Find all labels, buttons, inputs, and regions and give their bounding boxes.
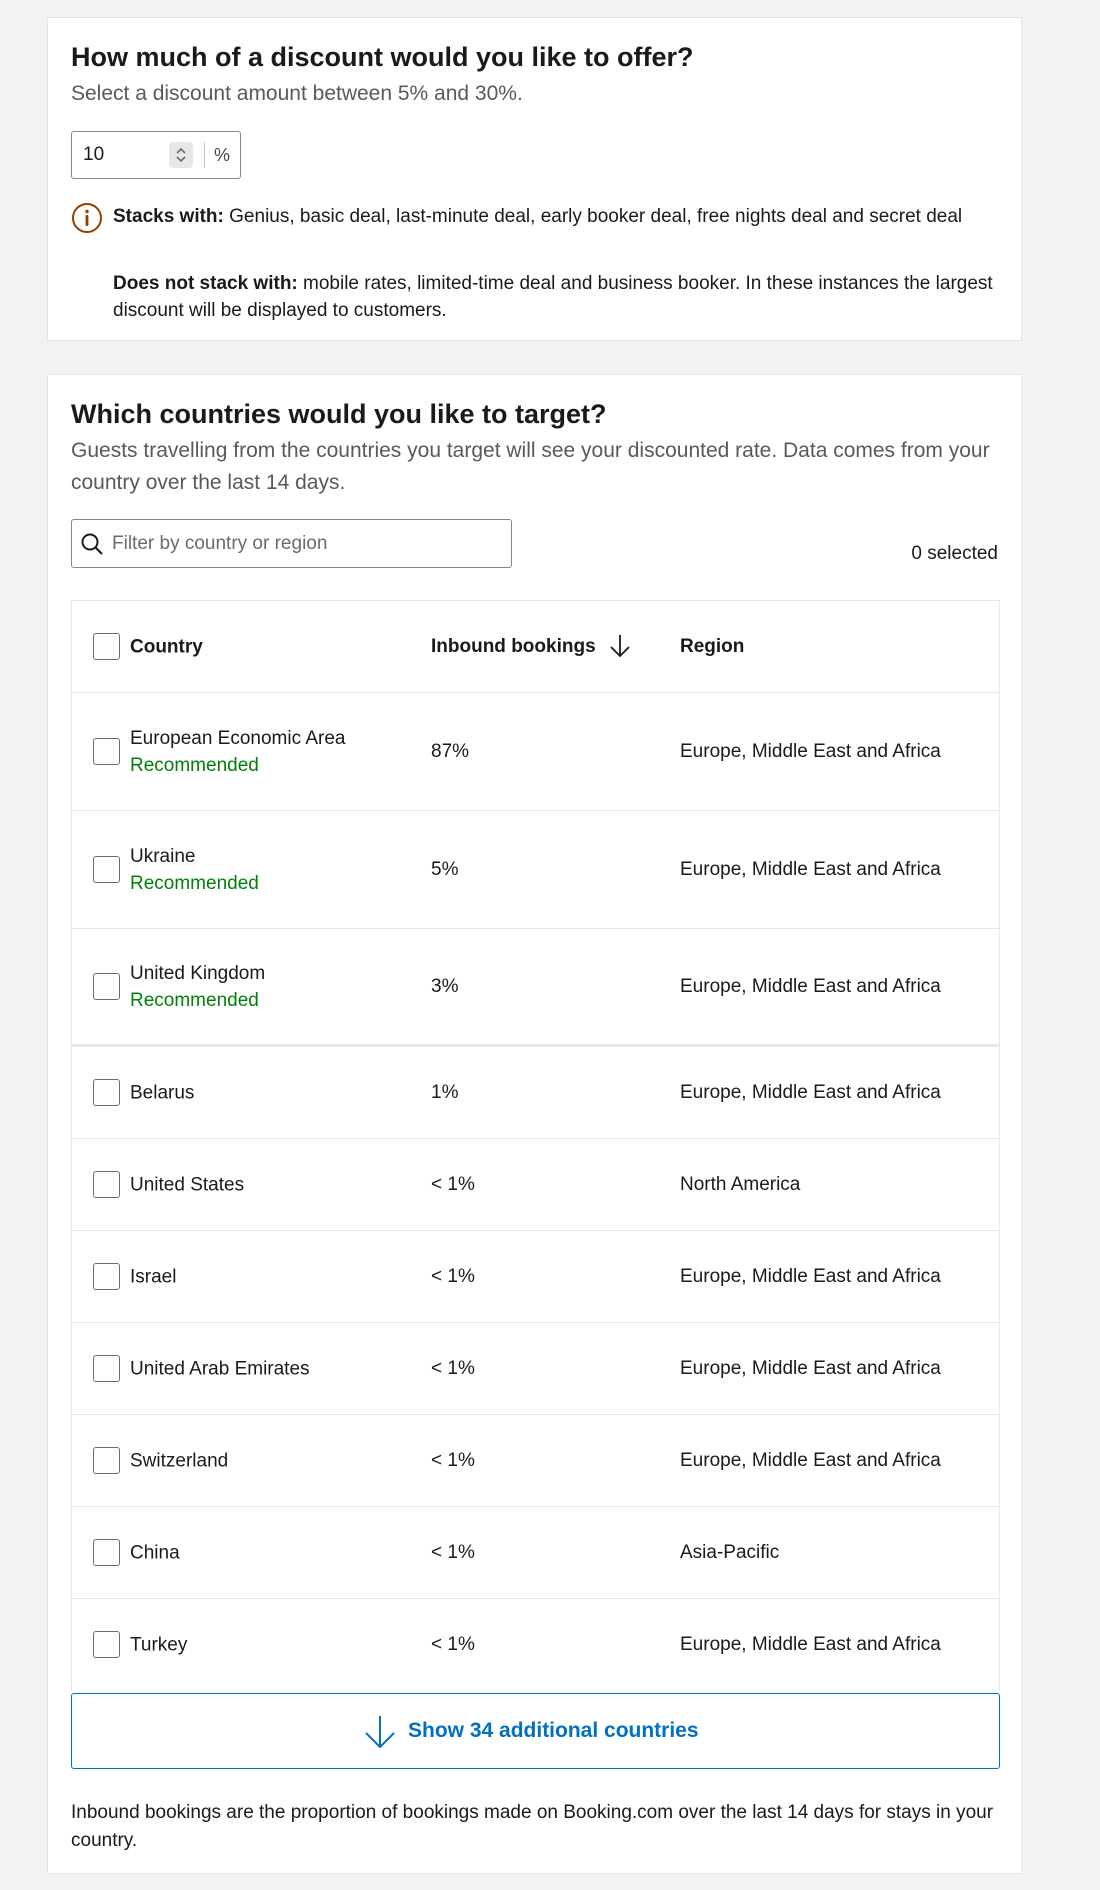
table-row[interactable]: Ukraine Recommended 5% Europe, Middle East … xyxy=(72,811,999,929)
selected-count: 0 selected xyxy=(911,543,998,564)
inbound-cell: 3% xyxy=(431,975,459,997)
country-name: Switzerland xyxy=(130,1450,229,1471)
table-row[interactable]: Israel < 1% Europe, Middle East and Africa xyxy=(72,1231,999,1323)
country-cell: United States xyxy=(130,1171,244,1198)
region-cell: Europe, Middle East and Africa xyxy=(680,1634,941,1655)
country-name: China xyxy=(130,1542,180,1563)
region-cell: Europe, Middle East and Africa xyxy=(680,1449,941,1471)
targeting-card: Which countries would you like to target… xyxy=(47,374,1022,1874)
country-name: Belarus xyxy=(130,1082,195,1103)
show-more-button[interactable]: Show 34 additional countries xyxy=(71,1693,1000,1769)
recommended-badge: Recommended xyxy=(130,989,259,1011)
table-row[interactable]: Switzerland < 1% Europe, Middle East and A… xyxy=(72,1415,999,1507)
targeting-heading: Which countries would you like to target… xyxy=(71,399,607,429)
search-icon xyxy=(81,533,103,555)
table-header-row: Country Inbound bookings Region xyxy=(72,601,999,693)
not-stack-label: Does not stack with: xyxy=(113,273,298,294)
table-row[interactable]: European Economic Area Recommended 87% Euro… xyxy=(72,693,999,811)
country-cell: Turkey xyxy=(130,1632,187,1659)
recommended-badge: Recommended xyxy=(130,754,259,776)
country-cell: United Arab Emirates xyxy=(130,1355,310,1382)
discount-input[interactable]: 10 % xyxy=(71,131,241,179)
region-column-header: Region xyxy=(680,635,745,657)
inbound-cell: < 1% xyxy=(431,1357,475,1379)
country-name: European Economic Area xyxy=(130,727,346,749)
region-cell: Europe, Middle East and Africa xyxy=(680,1081,941,1103)
row-checkbox[interactable] xyxy=(93,1631,120,1658)
arrow-down-icon[interactable] xyxy=(609,633,631,664)
stacks-with-text: Stacks with: Genius, basic deal, last-mi… xyxy=(113,203,1003,230)
stacks-with-list: Genius, basic deal, last-minute deal, ea… xyxy=(229,206,963,227)
region-cell: Asia-Pacific xyxy=(680,1541,780,1563)
country-cell: European Economic Area Recommended xyxy=(130,725,345,779)
table-row[interactable]: China < 1% Asia-Pacific xyxy=(72,1507,999,1599)
region-cell: Europe, Middle East and Africa xyxy=(680,1265,941,1287)
row-checkbox[interactable] xyxy=(93,1354,120,1382)
inbound-column-header[interactable]: Inbound bookings xyxy=(431,636,596,658)
row-checkbox[interactable] xyxy=(93,1170,120,1198)
info-icon xyxy=(71,202,103,239)
discount-value[interactable]: 10 xyxy=(83,132,104,178)
country-name: United Arab Emirates xyxy=(130,1358,310,1379)
country-cell: Ukraine Recommended xyxy=(130,843,259,897)
discount-heading: How much of a discount would you like to… xyxy=(71,42,694,72)
not-stack-text: Does not stack with: mobile rates, limit… xyxy=(113,270,1003,324)
stepper-icon[interactable] xyxy=(169,142,193,168)
row-checkbox[interactable] xyxy=(93,1538,120,1566)
country-cell: Israel xyxy=(130,1263,176,1290)
select-all-checkbox[interactable] xyxy=(93,632,120,660)
table-row[interactable]: United States < 1% North America xyxy=(72,1139,999,1231)
country-cell: United Kingdom Recommended xyxy=(130,960,265,1014)
country-name: Israel xyxy=(130,1266,177,1287)
country-column-header: Country xyxy=(130,636,203,657)
inbound-cell: 1% xyxy=(431,1081,459,1103)
unit-divider xyxy=(204,142,205,168)
row-checkbox[interactable] xyxy=(93,855,120,883)
show-more-label[interactable]: Show 34 additional countries xyxy=(408,1694,699,1768)
table-row[interactable]: United Arab Emirates < 1% Europe, Middle E… xyxy=(72,1323,999,1415)
country-cell: Belarus xyxy=(130,1079,194,1106)
country-cell: China xyxy=(130,1539,180,1566)
country-name: United Kingdom xyxy=(130,962,266,984)
inbound-cell: < 1% xyxy=(431,1173,475,1195)
discount-unit: % xyxy=(214,145,231,165)
country-search[interactable] xyxy=(71,519,512,568)
table-row[interactable]: United Kingdom Recommended 3% Europe, Middl… xyxy=(72,929,999,1047)
inbound-cell: < 1% xyxy=(431,1541,475,1563)
country-table: Country Inbound bookings Region European… xyxy=(71,600,1000,1691)
country-name: United States xyxy=(130,1174,245,1195)
region-cell: Europe, Middle East and Africa xyxy=(680,1357,941,1379)
row-checkbox[interactable] xyxy=(93,1078,120,1106)
region-cell: North America xyxy=(680,1173,801,1195)
region-cell: Europe, Middle East and Africa xyxy=(680,858,941,880)
discount-card: How much of a discount would you like to… xyxy=(47,17,1022,341)
arrow-down-icon xyxy=(365,1716,395,1749)
discount-subtext: Select a discount amount between 5% and … xyxy=(71,82,523,105)
country-cell: Switzerland xyxy=(130,1447,228,1474)
region-cell: Europe, Middle East and Africa xyxy=(680,975,941,997)
inbound-cell: 87% xyxy=(431,740,470,762)
inbound-cell: 5% xyxy=(431,858,459,880)
region-cell: Europe, Middle East and Africa xyxy=(680,740,941,762)
search-input[interactable] xyxy=(112,526,502,562)
inbound-footnote: Inbound bookings are the proportion of b… xyxy=(71,1802,994,1851)
table-row[interactable]: Turkey < 1% Europe, Middle East and Africa xyxy=(72,1599,999,1691)
row-checkbox[interactable] xyxy=(93,737,120,765)
inbound-cell: < 1% xyxy=(431,1265,475,1287)
targeting-subtext: Guests travelling from the countries you… xyxy=(71,439,990,494)
row-checkbox[interactable] xyxy=(93,972,120,1000)
inbound-cell: < 1% xyxy=(431,1449,475,1471)
stacks-with-label: Stacks with: xyxy=(113,206,224,227)
table-row[interactable]: Belarus 1% Europe, Middle East and Africa xyxy=(72,1047,999,1139)
inbound-cell: < 1% xyxy=(431,1634,475,1655)
row-checkbox[interactable] xyxy=(93,1446,120,1474)
country-name: Turkey xyxy=(130,1634,188,1656)
recommended-badge: Recommended xyxy=(130,872,259,894)
row-checkbox[interactable] xyxy=(93,1262,120,1290)
country-name: Ukraine xyxy=(130,845,196,867)
